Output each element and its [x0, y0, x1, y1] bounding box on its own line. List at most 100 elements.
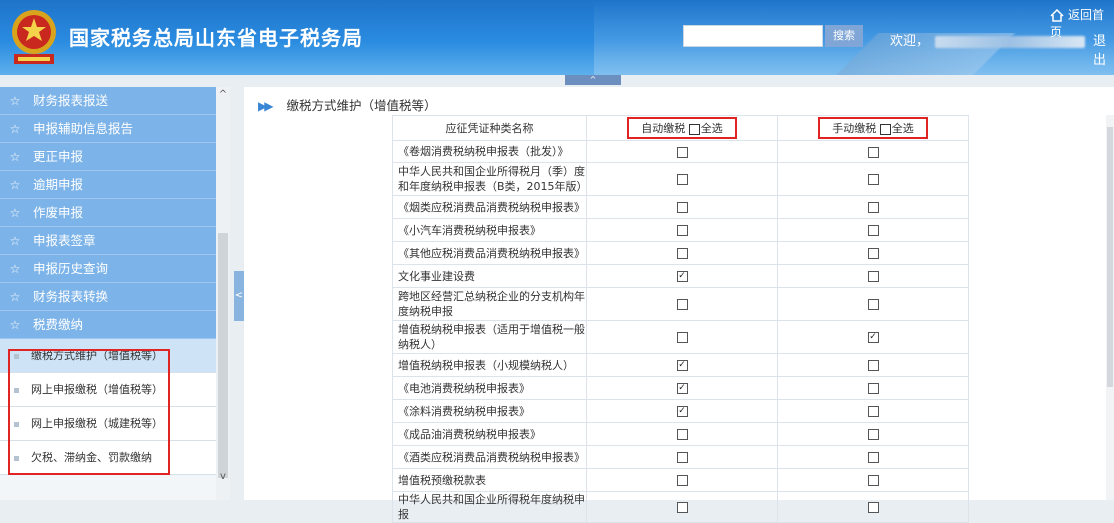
sidebar-item-label: 申报历史查询: [33, 261, 109, 276]
auto-pay-checkbox[interactable]: [676, 146, 688, 158]
auto-pay-checkbox[interactable]: [676, 248, 688, 259]
star-icon: ☆: [9, 290, 21, 304]
sidebar-item-signature[interactable]: ☆ 申报表签章: [0, 227, 216, 255]
sidebar-item-void[interactable]: ☆ 作废申报: [0, 199, 216, 227]
main-scrollbar[interactable]: [1106, 115, 1114, 500]
auto-pay-checkbox[interactable]: [676, 502, 688, 513]
manual-pay-checkbox[interactable]: [867, 360, 879, 371]
row-auto-cell: [586, 195, 778, 219]
row-name-cell: 《小汽车消费税纳税申报表》: [392, 218, 587, 242]
sidebar-item-financial-report[interactable]: ☆ 财务报表报送: [0, 87, 216, 115]
manual-pay-checkbox[interactable]: [867, 146, 879, 158]
manual-pay-checkbox[interactable]: [867, 225, 879, 236]
bullet-icon: [14, 387, 19, 393]
home-link[interactable]: 返回首页: [1050, 6, 1114, 40]
table-row: 《成品油消费税纳税申报表》: [392, 422, 969, 446]
manual-pay-checkbox[interactable]: ✓: [867, 332, 879, 343]
header-collapse-tab[interactable]: ^: [565, 75, 621, 85]
sidebar-item-label: 财务报表报送: [33, 93, 109, 108]
auto-pay-checkbox[interactable]: [676, 332, 688, 343]
manual-pay-checkbox[interactable]: [867, 429, 879, 440]
sidebar-item-label: 申报辅助信息报告: [33, 121, 134, 136]
auto-pay-checkbox[interactable]: [676, 174, 688, 185]
table-row: 增值税纳税申报表（小规模纳税人） ✓: [392, 353, 969, 377]
sidebar-subitem-label: 缴税方式维护（增值税等）: [31, 349, 163, 362]
sidebar-item-correction[interactable]: ☆ 更正申报: [0, 143, 216, 171]
manual-pay-checkbox[interactable]: [867, 202, 879, 213]
sidebar-item-overdue[interactable]: ☆ 逾期申报: [0, 171, 216, 199]
row-auto-cell: ✓: [586, 353, 778, 377]
table-row: 增值税预缴税款表: [392, 468, 969, 492]
auto-pay-label: 自动缴税: [641, 122, 686, 135]
select-all-label: 全选: [700, 122, 723, 135]
select-all-label: 全选: [891, 122, 914, 135]
auto-pay-checkbox[interactable]: ✓: [676, 360, 688, 371]
auto-pay-checkbox[interactable]: [676, 452, 688, 463]
table-row: 《卷烟消费税纳税申报表（批发）》: [392, 140, 969, 163]
manual-pay-checkbox[interactable]: [867, 271, 879, 282]
auto-pay-checkbox[interactable]: [676, 475, 688, 486]
star-icon: ☆: [9, 150, 21, 164]
sidebar-scroll-thumb[interactable]: [218, 233, 228, 478]
auto-pay-checkbox[interactable]: ✓: [676, 271, 688, 282]
row-manual-cell: [777, 399, 969, 423]
manual-pay-checkbox[interactable]: [867, 174, 879, 185]
auto-pay-checkbox[interactable]: [676, 429, 688, 440]
sidebar-item-auxiliary-report[interactable]: ☆ 申报辅助信息报告: [0, 115, 216, 143]
table-row: 文化事业建设费 ✓: [392, 264, 969, 288]
star-icon: ☆: [9, 262, 21, 276]
manual-pay-checkbox[interactable]: [867, 406, 879, 417]
manual-pay-checkbox[interactable]: [867, 383, 879, 394]
row-manual-cell: [777, 287, 969, 321]
star-icon: ☆: [9, 234, 21, 248]
sidebar-item-label: 逾期申报: [33, 177, 84, 192]
search-input[interactable]: [683, 25, 823, 47]
sidebar-scrollbar[interactable]: ^ v: [216, 87, 230, 500]
sidebar-item-label: 财务报表转换: [33, 289, 109, 304]
sidebar-subitem-arrears[interactable]: 欠税、滞纳金、罚款缴纳: [0, 441, 216, 475]
table-row: 中华人民共和国企业所得税年度纳税申报: [392, 491, 969, 523]
row-manual-cell: ✓: [777, 320, 969, 354]
star-icon: ☆: [9, 206, 21, 220]
sidebar-item-history[interactable]: ☆ 申报历史查询: [0, 255, 216, 283]
sidebar-item-tax-payment[interactable]: ☆ 税费缴纳: [0, 311, 216, 339]
sidebar-subitem-vat-pay[interactable]: 网上申报缴税（增值税等）: [0, 373, 216, 407]
auto-pay-checkbox[interactable]: [676, 202, 688, 213]
welcome-label: 欢迎，: [890, 34, 930, 49]
manual-pay-checkbox[interactable]: [867, 475, 879, 486]
row-manual-cell: [777, 445, 969, 469]
auto-pay-checkbox[interactable]: [676, 225, 688, 236]
double-arrow-icon: ▶▶: [258, 99, 274, 113]
manual-pay-checkbox[interactable]: [867, 452, 879, 463]
auto-pay-checkbox[interactable]: ✓: [676, 383, 688, 394]
sidebar-subitem-urban-tax-pay[interactable]: 网上申报缴税（城建税等）: [0, 407, 216, 441]
scroll-up-icon[interactable]: ^: [216, 89, 230, 103]
sidebar-subitem-payment-method[interactable]: 缴税方式维护（增值税等）: [0, 339, 216, 373]
sidebar-item-conversion[interactable]: ☆ 财务报表转换: [0, 283, 216, 311]
row-auto-cell: [586, 287, 778, 321]
row-name-cell: 中华人民共和国企业所得税年度纳税申报: [392, 491, 587, 523]
bullet-icon: [14, 421, 19, 427]
auto-pay-checkbox[interactable]: ✓: [676, 406, 688, 417]
main-scroll-thumb[interactable]: [1107, 127, 1113, 387]
sidebar-collapse-toggle[interactable]: <: [234, 271, 244, 321]
row-auto-cell: [586, 218, 778, 242]
manual-pay-checkbox[interactable]: [867, 299, 879, 310]
table-row: 增值税纳税申报表（适用于增值税一般纳税人） ✓: [392, 320, 969, 354]
sidebar-subitem-label: 欠税、滞纳金、罚款缴纳: [31, 451, 152, 464]
manual-pay-checkbox[interactable]: [867, 502, 879, 513]
bullet-icon: [14, 455, 19, 461]
row-auto-cell: [586, 241, 778, 265]
search-button[interactable]: 搜索: [825, 25, 863, 47]
star-icon: ☆: [9, 318, 21, 332]
column-header-auto: 自动缴税 全选: [586, 115, 778, 141]
row-manual-cell: [777, 491, 969, 523]
auto-pay-checkbox[interactable]: [676, 299, 688, 310]
auto-select-all-checkbox[interactable]: [688, 123, 700, 135]
row-auto-cell: ✓: [586, 264, 778, 288]
manual-select-all-checkbox[interactable]: [879, 123, 891, 135]
row-name-cell: 文化事业建设费: [392, 264, 587, 288]
row-name-cell: 《烟类应税消费品消费税纳税申报表》: [392, 195, 587, 219]
manual-pay-checkbox[interactable]: [867, 248, 879, 259]
scroll-down-icon[interactable]: v: [216, 471, 230, 485]
